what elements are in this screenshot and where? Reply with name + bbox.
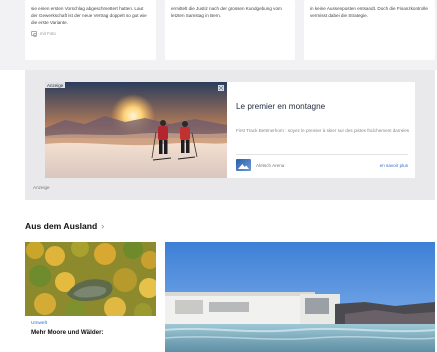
camera-icon [31, 31, 38, 37]
ad-description: First Track Bettmerhorn : soyez le premi… [236, 128, 410, 133]
ad-headline[interactable]: Le premier en montagne [236, 102, 325, 111]
article-teaser: in keine Aussenposten entsandt. Doch die… [310, 6, 428, 18]
photo-label: mit Foto [40, 31, 56, 36]
advertiser-name: Aletsch Arena [256, 162, 285, 168]
story-card-large[interactable] [165, 242, 435, 352]
chevron-right-icon: › [101, 221, 105, 231]
lagoon-building-image [165, 242, 435, 352]
article-card[interactable]: sie einen ersten Vorschlag abgeschmetter… [25, 0, 156, 60]
article-teaser: ermittelt die Justiz nach der grossen Ku… [171, 6, 282, 18]
story-card[interactable]: Umwelt Mehr Moore und Wälder: [25, 242, 156, 352]
ad-container: Anzeige Le premier en montagne First Tra… [25, 70, 435, 200]
learn-more-link[interactable]: en savoir plus [380, 163, 408, 168]
article-teaser: sie einen ersten Vorschlag abgeschmetter… [31, 6, 147, 25]
forest-aerial-image [25, 242, 156, 316]
ad-footer: Aletsch Arena en savoir plus [236, 154, 408, 171]
story-kicker: Umwelt [31, 321, 47, 326]
section-title: Aus dem Ausland [25, 221, 98, 231]
ad-unit[interactable]: Anzeige Le premier en montagne First Tra… [45, 82, 415, 178]
photo-indicator: mit Foto [31, 31, 150, 37]
section-heading-link[interactable]: Aus dem Ausland › [25, 221, 104, 231]
article-card[interactable]: in keine Aussenposten entsandt. Doch die… [304, 0, 435, 60]
ad-choices-icon[interactable] [218, 85, 224, 91]
ad-badge: Anzeige [45, 82, 66, 88]
advertiser-logo-icon [236, 159, 251, 171]
top-article-row: sie einen ersten Vorschlag abgeschmetter… [0, 0, 437, 70]
ad-image[interactable]: Anzeige [45, 82, 227, 178]
ad-label: Anzeige [33, 185, 50, 190]
ski-sunrise-illustration [45, 82, 227, 178]
article-card[interactable]: ermittelt die Justiz nach der grossen Ku… [165, 0, 295, 60]
story-image[interactable] [25, 242, 156, 316]
story-title[interactable]: Mehr Moore und Wälder: [31, 329, 150, 337]
